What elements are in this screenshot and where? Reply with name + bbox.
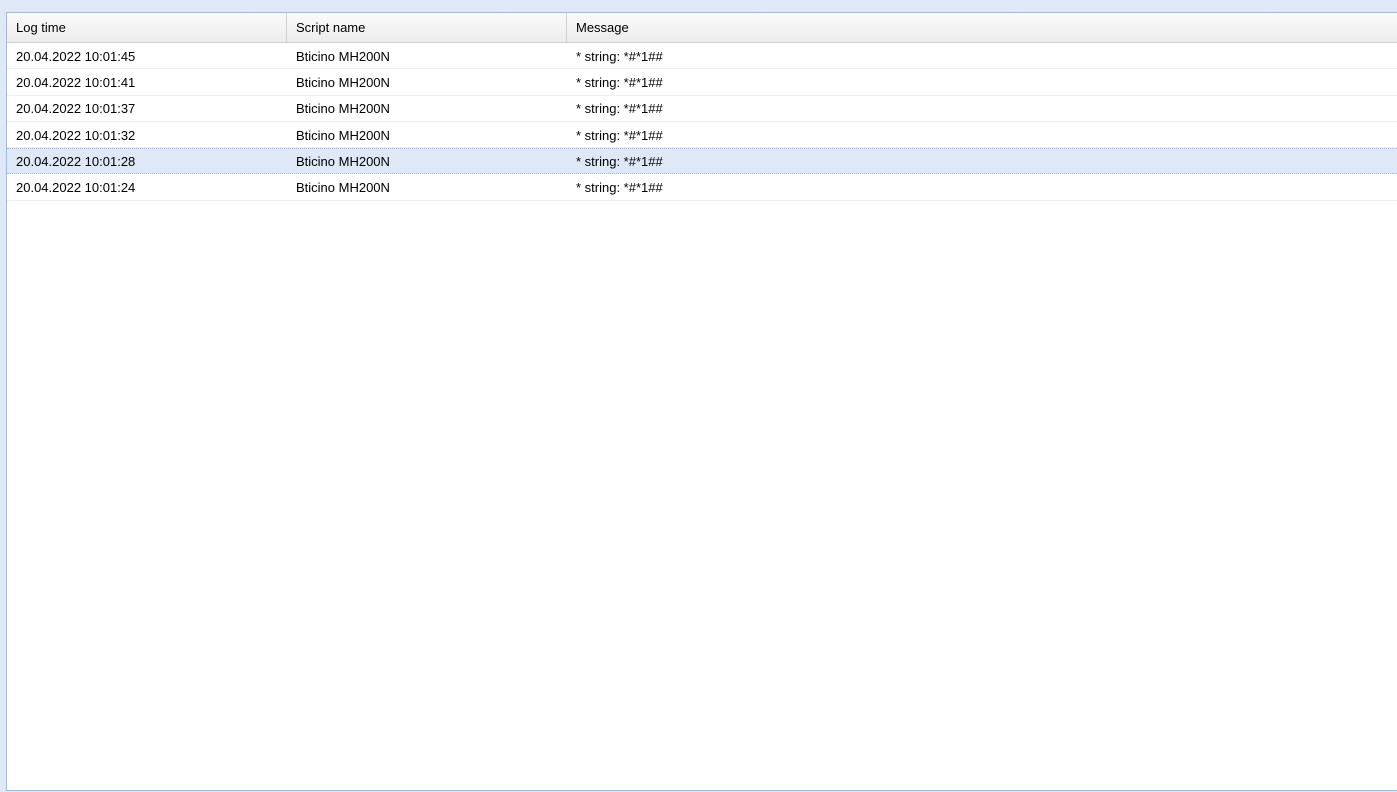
cell-message: * string: *#*1##: [576, 48, 663, 64]
table-row[interactable]: 20.04.2022 10:01:37 Bticino MH200N * str…: [7, 96, 1397, 122]
grid-header: Log time Script name Message: [7, 13, 1397, 43]
table-row[interactable]: 20.04.2022 10:01:24 Bticino MH200N * str…: [7, 174, 1397, 201]
column-header-label: Script name: [296, 20, 366, 35]
cell-log-time: 20.04.2022 10:01:32: [16, 127, 136, 143]
cell-script-name: Bticino MH200N: [296, 180, 390, 196]
cell-log-time: 20.04.2022 10:01:45: [16, 48, 136, 64]
cell-message: * string: *#*1##: [576, 153, 663, 169]
cell-message: * string: *#*1##: [576, 180, 663, 196]
cell-script-name: Bticino MH200N: [296, 74, 390, 90]
table-row[interactable]: 20.04.2022 10:01:32 Bticino MH200N * str…: [7, 122, 1397, 149]
cell-script-name: Bticino MH200N: [296, 127, 390, 143]
grid-body: 20.04.2022 10:01:45 Bticino MH200N * str…: [7, 43, 1397, 201]
cell-script-name: Bticino MH200N: [296, 153, 390, 169]
cell-log-time: 20.04.2022 10:01:24: [16, 180, 136, 196]
cell-log-time: 20.04.2022 10:01:37: [16, 101, 136, 117]
table-row[interactable]: 20.04.2022 10:01:45 Bticino MH200N * str…: [7, 43, 1397, 70]
column-header-log-time[interactable]: Log time: [7, 13, 287, 42]
cell-message: * string: *#*1##: [576, 74, 663, 90]
cell-script-name: Bticino MH200N: [296, 48, 390, 64]
column-header-label: Log time: [16, 20, 66, 35]
cell-log-time: 20.04.2022 10:01:28: [16, 153, 136, 169]
column-header-label: Message: [576, 20, 629, 35]
cell-message: * string: *#*1##: [576, 127, 663, 143]
table-row[interactable]: 20.04.2022 10:01:28 Bticino MH200N * str…: [7, 148, 1397, 175]
table-row[interactable]: 20.04.2022 10:01:41 Bticino MH200N * str…: [7, 69, 1397, 96]
log-grid-panel: Log time Script name Message 20.04.2022 …: [6, 12, 1397, 791]
cell-script-name: Bticino MH200N: [296, 101, 390, 117]
cell-log-time: 20.04.2022 10:01:41: [16, 74, 136, 90]
cell-message: * string: *#*1##: [576, 101, 663, 117]
column-header-message[interactable]: Message: [567, 13, 1397, 42]
column-header-script-name[interactable]: Script name: [287, 13, 567, 42]
